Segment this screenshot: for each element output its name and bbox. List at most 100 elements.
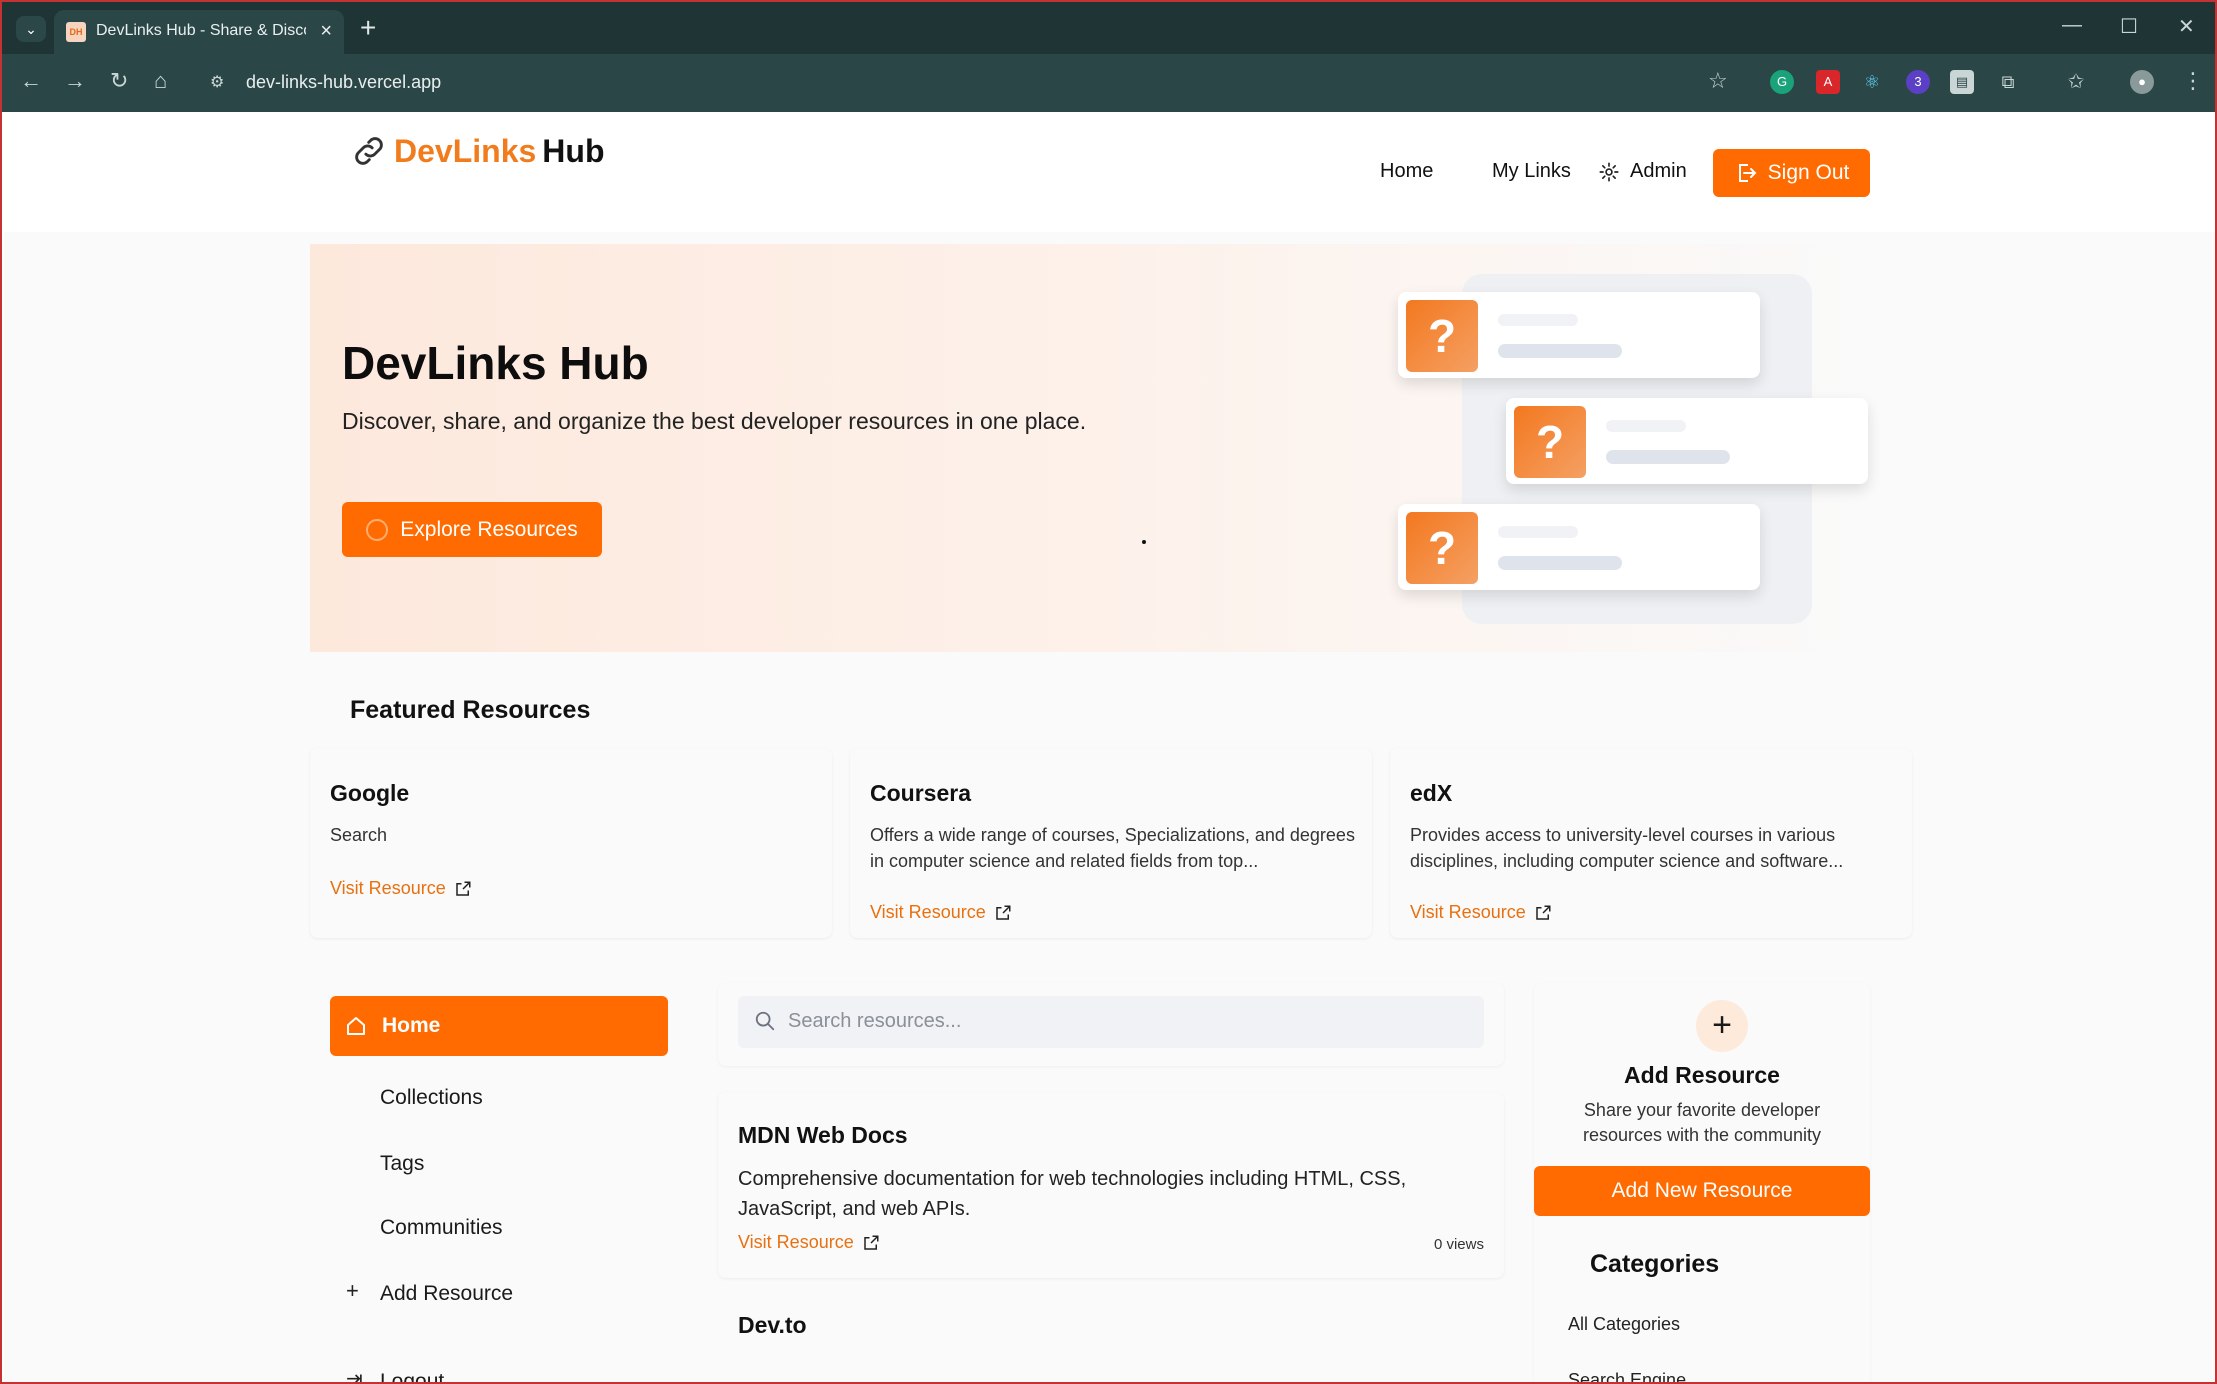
sign-out-button[interactable]: Sign Out (1713, 149, 1870, 197)
sidebar-item-tags[interactable]: Tags (380, 1152, 424, 1176)
hero-banner: DevLinks Hub Discover, share, and organi… (310, 244, 1868, 652)
nav-home-link[interactable]: Home (1380, 160, 1433, 183)
category-item[interactable]: Search Engine (1568, 1370, 1686, 1382)
featured-card: Google Search Visit Resource (310, 748, 832, 938)
logo-text-dev: DevLinks (394, 132, 537, 169)
site-header: DevLinks Hub Home My Links Admin Sign Ou… (4, 112, 2215, 232)
browser-toolbar: ← → ↻ ⌂ ⚙ dev-links-hub.vercel.app ☆ G A… (2, 54, 2215, 112)
add-resource-title: Add Resource (1624, 1062, 1780, 1088)
visit-resource-link[interactable]: Visit Resource (330, 878, 472, 899)
home-icon (347, 1017, 365, 1035)
resource-feed: Search resources... MDN Web Docs Compreh… (718, 982, 1504, 1382)
resource-card-title: MDN Web Docs (738, 1122, 908, 1148)
home-icon[interactable]: ⌂ (154, 68, 167, 94)
logo-text-hub: Hub (542, 132, 605, 169)
close-window-icon[interactable]: ✕ (2178, 14, 2195, 39)
resource-card-title: Dev.to (738, 1312, 807, 1338)
visit-resource-label: Visit Resource (1410, 902, 1526, 922)
view-count: 0 views (1433, 1236, 1484, 1253)
add-new-resource-button[interactable]: Add New Resource (1534, 1166, 1870, 1216)
cursor-dot (1142, 540, 1146, 544)
loading-spinner-icon (366, 518, 389, 541)
nav-admin-link[interactable]: Admin (1598, 160, 1687, 183)
category-item[interactable]: All Categories (1568, 1314, 1680, 1335)
nav-mylinks-link[interactable]: My Links (1492, 160, 1571, 183)
close-tab-icon[interactable]: × (320, 20, 332, 43)
add-resource-panel: + Add Resource Share your favorite devel… (1534, 982, 1870, 1382)
nav-admin-label: Admin (1630, 160, 1687, 182)
printer-extension-icon[interactable]: ▤ (1950, 70, 1974, 94)
visit-resource-link[interactable]: Visit Resource (1410, 902, 1552, 923)
featured-card-title: Google (330, 780, 410, 806)
new-tab-icon[interactable]: + (360, 12, 376, 44)
site-logo[interactable]: DevLinks Hub (350, 132, 604, 170)
visit-resource-link[interactable]: Visit Resource (870, 902, 1012, 923)
question-icon: ? (1514, 406, 1586, 478)
external-link-icon (455, 881, 471, 896)
featured-card: edX Provides access to university-level … (1390, 748, 1912, 938)
web-page: DevLinks Hub Home My Links Admin Sign Ou… (4, 112, 2215, 1384)
hero-title: DevLinks Hub (342, 337, 649, 389)
forward-icon[interactable]: → (64, 68, 86, 94)
sign-out-label: Sign Out (1767, 161, 1850, 184)
logout-icon: ⇥ (346, 1368, 363, 1384)
question-icon: ? (1406, 300, 1478, 372)
bookmarks-icon[interactable]: ✩ (2064, 70, 2088, 94)
sidebar-item-collections[interactable]: Collections (380, 1086, 483, 1110)
external-link-icon (1535, 905, 1551, 920)
browser-window: ⌄ DH DevLinks Hub - Share & Discover × +… (0, 0, 2217, 1384)
bookmark-star-icon[interactable]: ☆ (1708, 68, 1728, 94)
tab-favicon-icon: DH (66, 22, 86, 42)
pdf-extension-icon[interactable]: A (1816, 70, 1840, 94)
explore-resources-label: Explore Resources (400, 517, 578, 541)
react-devtools-icon[interactable]: ⚛ (1860, 70, 1884, 94)
profile-avatar[interactable]: ● (2130, 70, 2154, 94)
explore-resources-button[interactable]: Explore Resources (342, 502, 602, 557)
search-placeholder: Search resources... (788, 1010, 962, 1032)
sidebar-item-logout[interactable]: Logout (380, 1370, 444, 1382)
extension-badge-count: 3 (1914, 74, 1922, 89)
categories-heading: Categories (1590, 1250, 1720, 1278)
back-icon[interactable]: ← (20, 68, 42, 94)
visit-resource-label: Visit Resource (738, 1232, 854, 1252)
external-link-icon (863, 1235, 879, 1250)
featured-card-title: Coursera (870, 780, 971, 806)
hero-subtitle: Discover, share, and organize the best d… (342, 408, 1087, 434)
sidebar-item-home[interactable]: Home (330, 996, 668, 1056)
placeholder-card: ? (1398, 292, 1760, 378)
reload-icon[interactable]: ↻ (110, 68, 128, 94)
extension-badge-icon[interactable]: 3 (1906, 70, 1930, 94)
featured-resources-heading: Featured Resources (350, 696, 591, 724)
plus-icon: + (346, 1278, 359, 1303)
tab-title: DevLinks Hub - Share & Discover (96, 22, 306, 39)
tab-search-button[interactable]: ⌄ (16, 16, 46, 42)
visit-resource-label: Visit Resource (330, 878, 446, 898)
search-input[interactable]: Search resources... (738, 996, 1484, 1048)
address-bar[interactable]: dev-links-hub.vercel.app (246, 72, 441, 93)
sidebar-item-communities[interactable]: Communities (380, 1216, 503, 1240)
resource-card: MDN Web Docs Comprehensive documentation… (718, 1092, 1504, 1278)
plus-icon: + (1696, 1000, 1748, 1052)
external-link-icon (995, 905, 1011, 920)
sidebar: Home Collections Tags Communities + Add … (310, 982, 690, 1384)
search-icon (755, 1011, 775, 1031)
placeholder-card: ? (1398, 504, 1760, 590)
link-icon (355, 137, 383, 165)
browser-tab[interactable]: DH DevLinks Hub - Share & Discover × (54, 10, 344, 54)
minimize-icon[interactable]: — (2062, 14, 2082, 37)
site-info-icon[interactable]: ⚙ (210, 72, 224, 92)
featured-card-title: edX (1410, 780, 1453, 806)
menu-dots-icon[interactable]: ⋮ (2182, 68, 2204, 94)
sidebar-item-add-resource[interactable]: Add Resource (380, 1282, 513, 1306)
visit-resource-link[interactable]: Visit Resource (738, 1232, 880, 1253)
sidebar-item-label: Home (382, 1014, 441, 1037)
featured-card-description: Search (330, 825, 388, 845)
extensions-puzzle-icon[interactable]: ⧉ (1996, 70, 2020, 94)
featured-card-description: Offers a wide range of courses, Speciali… (870, 825, 1355, 871)
visit-resource-label: Visit Resource (870, 902, 986, 922)
search-panel: Search resources... (718, 982, 1504, 1066)
maximize-icon[interactable]: ☐ (2120, 14, 2138, 39)
placeholder-card: ? (1506, 398, 1868, 484)
grammarly-extension-icon[interactable]: G (1770, 70, 1794, 94)
add-resource-subtitle: Share your favorite developer resources … (1582, 1100, 1822, 1145)
